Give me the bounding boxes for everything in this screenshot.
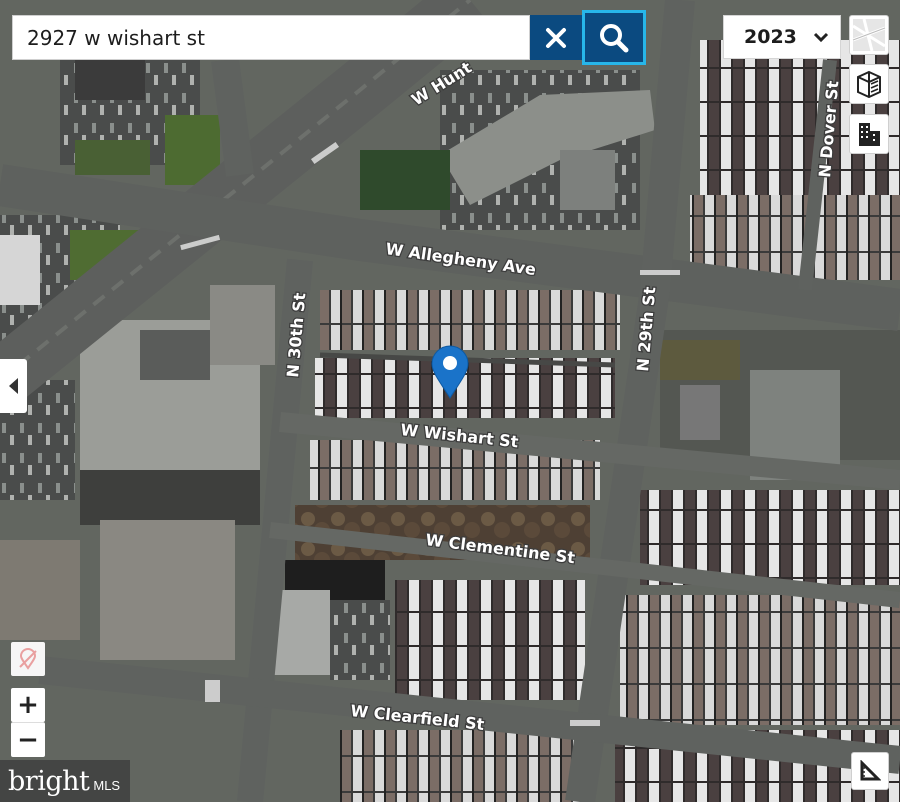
buildings-icon [859,123,880,146]
search-button[interactable] [582,10,646,65]
chevron-left-icon [8,378,18,394]
satellite-map[interactable]: W Hunt W Allegheny Ave N 29th St N 30th … [0,0,900,802]
close-icon [546,27,566,48]
measure-button[interactable] [851,752,889,790]
logo-suffix: MLS [93,777,121,793]
search-input-value: 2927 w wishart st [27,25,205,50]
bright-mls-logo: bright MLS [0,760,130,802]
search-icon [600,23,629,52]
sidebar-toggle-button[interactable] [0,359,27,413]
3d-view-button[interactable] [849,64,889,104]
ruler-icon [860,760,881,781]
zoom-out-button[interactable]: − [11,722,45,757]
zoom-out-label: − [17,725,39,755]
logo-brand: bright [8,765,90,797]
3d-building-icon [857,70,881,98]
zoom-in-button[interactable]: + [11,688,45,722]
clear-search-button[interactable] [530,15,582,60]
year-select[interactable]: 2023 [723,15,841,59]
zoom-in-label: + [17,690,39,720]
chevron-down-icon [813,32,829,43]
buildings-button[interactable] [849,114,889,154]
map-type-button[interactable] [849,15,889,55]
year-select-value: 2023 [744,26,797,48]
location-button[interactable] [11,642,45,676]
search-input[interactable]: 2927 w wishart st [12,15,530,60]
no-location-icon [19,648,37,670]
map-thumbnail-icon [852,18,886,52]
